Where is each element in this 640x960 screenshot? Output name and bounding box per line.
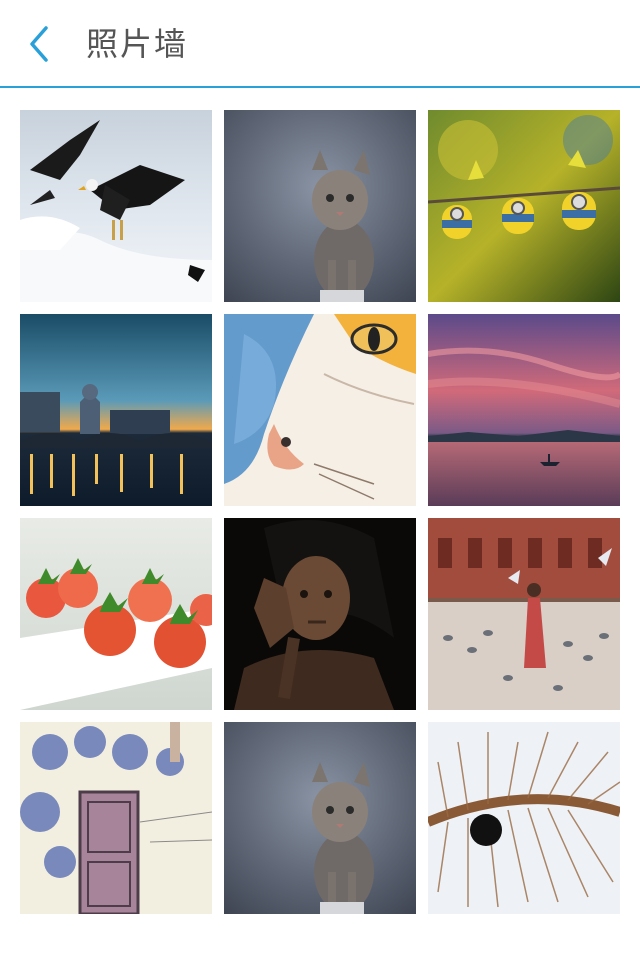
- photo-tile-leaf-veins[interactable]: [428, 722, 620, 914]
- strawberries-image: [20, 518, 212, 710]
- page-title: 照片墙: [86, 25, 189, 63]
- city-river-image: [20, 314, 212, 506]
- pigeon-square-image: [428, 518, 620, 710]
- chevron-left-icon: [30, 26, 48, 62]
- photo-tile-eagles[interactable]: [20, 110, 212, 302]
- kitten-image: [224, 110, 416, 302]
- kitten-image: [224, 722, 416, 914]
- painted-door-image: [20, 722, 212, 914]
- photo-tile-kitten[interactable]: [224, 110, 416, 302]
- photo-tile-sunset-lake[interactable]: [428, 314, 620, 506]
- photo-tile-elderly-woman[interactable]: [224, 518, 416, 710]
- leaf-veins-image: [428, 722, 620, 914]
- watercolor-cat-image: [224, 314, 416, 506]
- photo-tile-strawberries[interactable]: [20, 518, 212, 710]
- photo-tile-watercolor-cat[interactable]: [224, 314, 416, 506]
- elderly-woman-image: [224, 518, 416, 710]
- back-button[interactable]: [20, 22, 64, 66]
- minion-toys-image: [428, 110, 620, 302]
- eagles-image: [20, 110, 212, 302]
- sunset-lake-image: [428, 314, 620, 506]
- photo-tile-pigeon-square[interactable]: [428, 518, 620, 710]
- photo-tile-minions[interactable]: [428, 110, 620, 302]
- app-header: 照片墙: [0, 0, 640, 88]
- photo-tile-painted-door[interactable]: [20, 722, 212, 914]
- photo-tile-kitten-2[interactable]: [224, 722, 416, 914]
- photo-tile-city-river[interactable]: [20, 314, 212, 506]
